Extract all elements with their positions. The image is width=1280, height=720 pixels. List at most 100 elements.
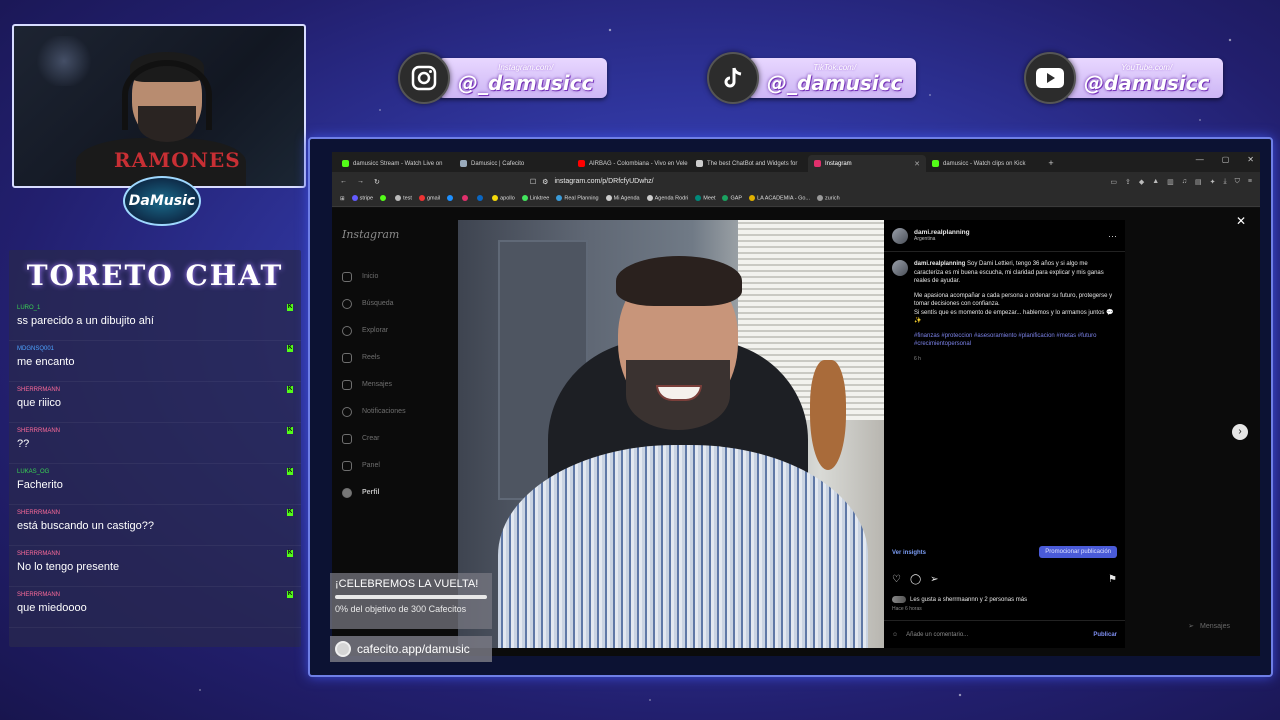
brave-shield-icon[interactable]: ◆: [1139, 178, 1144, 186]
bookmark-item[interactable]: [380, 195, 388, 202]
nav-create[interactable]: Crear: [342, 425, 448, 452]
instagram-logo[interactable]: Instagram: [342, 228, 448, 241]
avatar[interactable]: [892, 260, 908, 276]
share-icon[interactable]: ⇪: [1125, 178, 1131, 186]
nav-home[interactable]: Inicio: [342, 263, 448, 290]
comment-input[interactable]: Añade un comentario...: [906, 632, 968, 638]
browser-tab[interactable]: damusicc Stream - Watch Live on: [336, 155, 454, 172]
caption-text-3: Si sentís que es momento de empezar... h…: [914, 309, 1114, 325]
vpn-icon[interactable]: ⛉: [1235, 178, 1240, 186]
bookmark-item[interactable]: Mi Agenda: [605, 195, 640, 202]
bookmark-item[interactable]: [447, 195, 455, 202]
bookmark-icon[interactable]: ☐: [530, 178, 536, 186]
bookmark-item[interactable]: LA ACADEMIA - Go...: [749, 195, 810, 202]
agenda-icon: [646, 195, 653, 202]
nav-notifications[interactable]: Notificaciones: [342, 398, 448, 425]
rewards-icon[interactable]: ▲: [1152, 178, 1159, 186]
bookmark-item[interactable]: [462, 195, 470, 202]
panel-icon[interactable]: ▤: [1195, 178, 1202, 186]
minimize-icon[interactable]: —: [1196, 155, 1204, 164]
window-controls: — ▢ ✕: [1196, 155, 1254, 164]
nav-profile[interactable]: Perfil: [342, 479, 448, 506]
site-info-icon[interactable]: ⚙: [542, 178, 548, 186]
forward-icon[interactable]: →: [357, 178, 364, 185]
bookmark-item[interactable]: Real Planning: [556, 195, 599, 202]
social-instagram[interactable]: Instagram.com/ @_damusicc: [398, 52, 608, 104]
more-options-icon[interactable]: ···: [1108, 231, 1117, 241]
publish-button[interactable]: Publicar: [1093, 632, 1117, 638]
chat-username: SHERRRMANN: [17, 592, 61, 598]
share-icon[interactable]: ➢: [930, 574, 938, 585]
browser-tab-active[interactable]: Instagram ✕: [808, 155, 926, 172]
nav-dashboard[interactable]: Panel: [342, 452, 448, 479]
bookmark-label: GAP: [730, 195, 743, 202]
bookmark-item[interactable]: [477, 195, 485, 202]
browser-tab[interactable]: damusicc - Watch clips on Kick: [926, 155, 1044, 172]
bookmark-item[interactable]: zurich: [817, 195, 840, 202]
close-modal-icon[interactable]: ✕: [1236, 214, 1246, 228]
avatar[interactable]: [892, 227, 908, 244]
browser-tab[interactable]: Damusicc | Cafecito: [454, 155, 572, 172]
social-youtube[interactable]: YouTube.com/ @damusicc: [1024, 52, 1224, 104]
likes-summary[interactable]: Les gusta a sherrmaannn y 2 personas más: [892, 596, 1027, 603]
messages-pill[interactable]: ➢ Mensajes: [1188, 622, 1230, 631]
next-post-icon[interactable]: ›: [1232, 424, 1248, 440]
tab-label: Instagram: [825, 160, 852, 167]
maximize-icon[interactable]: ▢: [1222, 155, 1230, 164]
chat-message: SHERRRMANN está buscando un castigo?? K: [9, 505, 301, 546]
send-icon: [342, 379, 352, 390]
nav-reels[interactable]: Reels: [342, 344, 448, 371]
promote-post-button[interactable]: Promocionar publicación: [1039, 546, 1117, 558]
view-insights-link[interactable]: Ver insights: [892, 550, 926, 556]
back-icon[interactable]: ←: [340, 178, 347, 185]
sidebar-icon[interactable]: ▥: [1167, 178, 1174, 186]
cafecito-link[interactable]: cafecito.app/damusic: [330, 636, 492, 662]
post-username[interactable]: dami.realplanning: [914, 229, 970, 236]
bookmark-item[interactable]: Agenda Rodri: [646, 195, 688, 202]
reload-icon[interactable]: ↻: [374, 178, 380, 186]
nav-messages[interactable]: Mensajes: [342, 371, 448, 398]
kick-icon: [380, 195, 387, 202]
bookmark-item[interactable]: gmail: [418, 195, 440, 202]
caption-username[interactable]: dami.realplanning: [914, 261, 965, 267]
new-tab-button[interactable]: +: [1044, 155, 1058, 172]
social-handle: @_damusicc: [458, 70, 594, 95]
install-icon[interactable]: ▭: [1110, 178, 1117, 186]
menu-icon[interactable]: ≡: [1248, 178, 1252, 186]
bookmark-item[interactable]: Meet: [695, 195, 715, 202]
emoji-icon[interactable]: ☺: [892, 632, 898, 638]
stripe-icon: [351, 195, 358, 202]
caption-hashtags[interactable]: #finanzas #proteccion #asesoramiento #pl…: [914, 332, 1117, 349]
likes-text: Les gusta a sherrmaannn y 2 personas más: [910, 596, 1028, 603]
post-details-panel: dami.realplanning Argentina ··· dami.rea…: [884, 220, 1125, 648]
bookmark-item[interactable]: Linktree: [521, 195, 549, 202]
close-window-icon[interactable]: ✕: [1247, 155, 1254, 164]
close-tab-icon[interactable]: ✕: [914, 160, 920, 168]
extensions-icon[interactable]: ✦: [1210, 178, 1216, 186]
social-tiktok[interactable]: TikTok.com/ @_damusicc: [707, 52, 917, 104]
tab-label: The best ChatBot and Widgets for: [707, 160, 798, 167]
apps-icon[interactable]: ⊞: [340, 196, 345, 202]
chat-text: ss parecido a un dibujito ahí: [17, 315, 154, 327]
chat-message: MDGNSQ001 me encanto K: [9, 341, 301, 382]
nav-search[interactable]: Búsqueda: [342, 290, 448, 317]
url-text: instagram.com/p/DRfcfyUDwhz/: [554, 178, 654, 185]
nav-explore[interactable]: Explorar: [342, 317, 448, 344]
download-icon[interactable]: ⤓: [1224, 178, 1227, 186]
url-field[interactable]: ☐ ⚙ instagram.com/p/DRfcfyUDwhz/: [530, 178, 654, 186]
goal-progress-bar: [335, 595, 487, 599]
test-icon: [395, 195, 402, 202]
comment-icon[interactable]: ◯: [910, 574, 921, 585]
bookmarks-bar: ⊞ stripe test gmail apollo Linktree Real…: [332, 191, 1260, 207]
bookmark-item[interactable]: stripe: [351, 195, 373, 202]
tab-bar: damusicc Stream - Watch Live on Damusicc…: [332, 152, 1260, 172]
browser-tab[interactable]: AIRBAG - Colombiana - Vivo en Vele: [572, 155, 690, 172]
save-icon[interactable]: ⚑: [1108, 574, 1117, 585]
bookmark-item[interactable]: apollo: [492, 195, 515, 202]
bookmark-item[interactable]: GAP: [722, 195, 743, 202]
browser-tab[interactable]: The best ChatBot and Widgets for: [690, 155, 808, 172]
bookmark-item[interactable]: test: [395, 195, 412, 202]
like-icon[interactable]: ♡: [892, 574, 901, 585]
post-location[interactable]: Argentina: [914, 236, 970, 242]
music-icon[interactable]: ♫: [1182, 178, 1187, 186]
